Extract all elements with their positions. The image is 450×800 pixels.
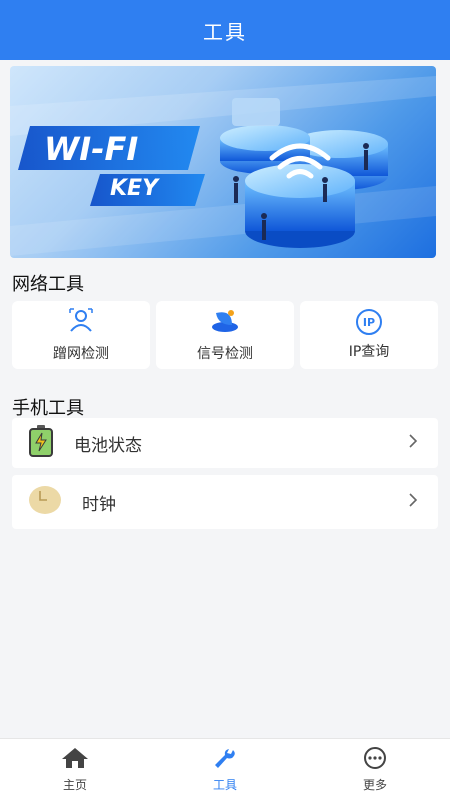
satellite-dish-icon: [210, 307, 240, 337]
user-scan-icon: [68, 307, 94, 337]
top-bar: 工具: [0, 0, 450, 60]
more-icon: [362, 746, 388, 773]
wrench-icon: [212, 747, 238, 773]
nav-home[interactable]: 主页: [0, 739, 150, 800]
nav-label: 工具: [212, 777, 237, 792]
nav-more[interactable]: 更多: [300, 739, 450, 800]
list-item-label: 电池状态: [74, 435, 142, 456]
wifi-key-banner[interactable]: WI-FI KEY: [10, 66, 436, 258]
list-item-label: 时钟: [82, 494, 116, 515]
tool-card-anti-leech[interactable]: 蹭网检测: [12, 301, 150, 369]
tool-card-label: 蹭网检测: [53, 346, 109, 362]
bottom-navigation: 主页 工具 更多: [0, 738, 450, 800]
nav-label: 更多: [362, 777, 387, 792]
nav-tools[interactable]: 工具: [150, 739, 300, 800]
phone-tools-title: 手机工具: [12, 398, 84, 419]
network-tools-grid: 蹭网检测 信号检测 IP IP查询: [12, 301, 438, 369]
nav-label: 主页: [62, 777, 87, 792]
banner-subtitle: KEY: [110, 176, 159, 201]
network-tools-title: 网络工具: [12, 274, 84, 295]
ip-icon: IP: [356, 309, 382, 335]
tool-card-label: 信号检测: [197, 346, 253, 362]
chevron-right-icon: [408, 492, 418, 512]
list-item-battery[interactable]: 电池状态: [12, 418, 438, 468]
home-icon: [60, 747, 90, 773]
list-item-clock[interactable]: 时钟: [12, 475, 438, 529]
battery-icon: [28, 425, 54, 461]
tool-card-signal[interactable]: 信号检测: [156, 301, 294, 369]
clock-icon: [28, 485, 62, 519]
tool-card-label: IP查询: [348, 344, 390, 360]
banner-title: WI-FI: [44, 130, 139, 168]
chevron-right-icon: [408, 433, 418, 453]
tool-card-ip-lookup[interactable]: IP IP查询: [300, 301, 438, 369]
page-title: 工具: [203, 19, 247, 44]
